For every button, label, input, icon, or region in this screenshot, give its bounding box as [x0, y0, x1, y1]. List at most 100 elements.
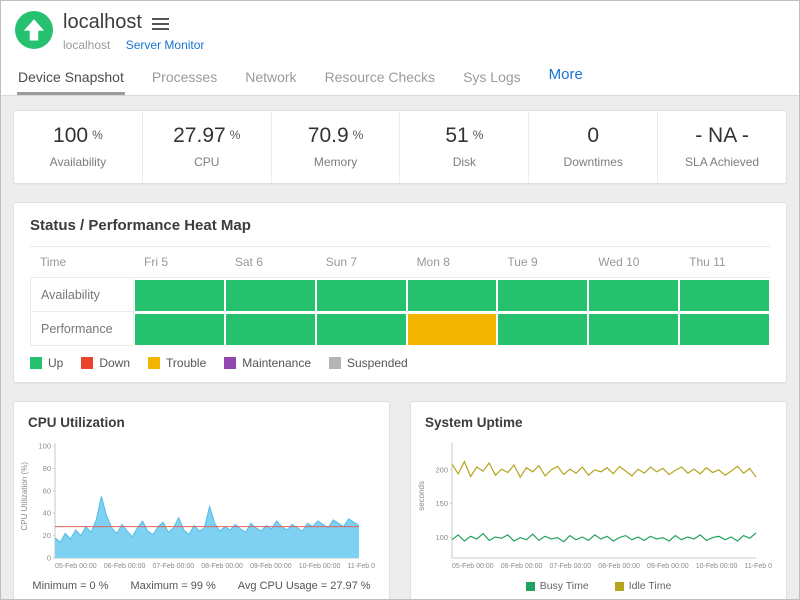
- svg-text:80: 80: [43, 464, 51, 473]
- x-axis-label: 07-Feb 00:00: [550, 563, 592, 570]
- heatmap-cell-up: [408, 278, 497, 311]
- legend-swatch: [329, 357, 341, 369]
- uptime-chart-legend: Busy TimeIdle Time: [411, 570, 786, 596]
- heatmap-cell-up: [317, 312, 406, 345]
- metric-unit: %: [92, 128, 103, 142]
- svg-text:100: 100: [38, 442, 51, 451]
- system-uptime-card: System Uptime seconds 100 150 200 05-Feb 0…: [410, 401, 787, 600]
- metric-label: Disk: [400, 155, 528, 169]
- metric-label: CPU: [143, 155, 271, 169]
- heatmap-col-tue-9: Tue 9: [497, 246, 588, 278]
- metric-unit: %: [353, 128, 364, 142]
- heatmap-col-wed-10: Wed 10: [588, 246, 679, 278]
- cpu-chart-title: CPU Utilization: [14, 402, 389, 436]
- tab-more[interactable]: More: [548, 58, 584, 95]
- page-title: localhost: [63, 11, 142, 34]
- x-axis-label: 06-Feb 00:00: [501, 563, 543, 570]
- uptime-line-chart: 100 150 200: [426, 438, 762, 562]
- cpu-chart-ylabel: CPU Utilization (%): [20, 462, 29, 530]
- x-axis-label: 09-Feb 00:00: [250, 563, 292, 570]
- heatmap-cell-up: [589, 278, 678, 311]
- heatmap-cell-up: [498, 278, 587, 311]
- svg-text:100: 100: [435, 533, 448, 542]
- metric-label: Memory: [272, 155, 400, 169]
- header: localhost localhost Server Monitor Devic…: [1, 1, 799, 96]
- heatmap-cell-up: [680, 312, 769, 345]
- heatmap-cell-up: [135, 278, 224, 311]
- heatmap-col-sat-6: Sat 6: [225, 246, 316, 278]
- metric-value: 51%: [400, 124, 528, 148]
- metric-value: 70.9%: [272, 124, 400, 148]
- x-axis-label: 09-Feb 00:00: [647, 563, 689, 570]
- x-axis-label: 07-Feb 00:00: [153, 563, 195, 570]
- svg-text:150: 150: [435, 499, 448, 508]
- cpu-chart-stats: Minimum = 0 %Maximum = 99 %Avg CPU Usage…: [14, 570, 389, 596]
- cpu-chart-x-axis: 05-Feb 00:0006-Feb 00:0007-Feb 00:0008-F…: [29, 563, 381, 570]
- cpu-utilization-card: CPU Utilization CPU Utilization (%) 0 20 4…: [13, 401, 390, 600]
- x-axis-label: 11-Feb 0: [745, 563, 773, 570]
- x-axis-label: 06-Feb 00:00: [104, 563, 146, 570]
- heatmap-cell-trouble: [408, 312, 497, 345]
- heatmap-cell-up: [226, 278, 315, 311]
- x-axis-label: 05-Feb 00:00: [452, 563, 494, 570]
- uptime-chart-title: System Uptime: [411, 402, 786, 436]
- tab-processes[interactable]: Processes: [151, 61, 218, 95]
- metric-unit: %: [230, 128, 241, 142]
- heatmap-col-fri-5: Fri 5: [134, 246, 225, 278]
- metric-label: Downtimes: [529, 155, 657, 169]
- menu-icon[interactable]: [152, 13, 169, 33]
- metric-value: 27.97%: [143, 124, 271, 148]
- svg-text:200: 200: [435, 465, 448, 474]
- metric-cpu: 27.97% CPU: [142, 111, 271, 183]
- breadcrumb-host: localhost: [63, 38, 110, 52]
- metrics-summary: 100%Availability27.97%CPU70.9%Memory51%D…: [13, 110, 787, 184]
- legend-swatch: [224, 357, 236, 369]
- server-monitor-page: localhost localhost Server Monitor Devic…: [0, 0, 800, 600]
- legend-swatch: [615, 582, 624, 591]
- cpu-area-chart: 020406080100: [29, 438, 365, 562]
- svg-text:0: 0: [47, 554, 51, 563]
- heatmap-grid: TimeFri 5Sat 6Sun 7Mon 8Tue 9Wed 10Thu 1…: [30, 246, 770, 346]
- heatmap-card: Status / Performance Heat Map TimeFri 5S…: [13, 202, 787, 383]
- metric-disk: 51% Disk: [399, 111, 528, 183]
- svg-text:20: 20: [43, 531, 51, 540]
- legend-swatch: [30, 357, 42, 369]
- legend-swatch: [148, 357, 160, 369]
- heatmap-row-label-availability: Availability: [30, 277, 134, 312]
- tab-resource-checks[interactable]: Resource Checks: [324, 61, 437, 95]
- heatmap-col-thu-11: Thu 11: [679, 246, 770, 278]
- uptime-chart-ylabel: seconds: [417, 481, 426, 511]
- tab-bar: Device Snapshot Processes Network Resource …: [1, 52, 799, 96]
- heatmap-row-label-performance: Performance: [30, 311, 134, 346]
- breadcrumb-server-monitor-link[interactable]: Server Monitor: [126, 38, 205, 52]
- legend-suspended: Suspended: [329, 356, 408, 370]
- x-axis-label: 10-Feb 00:00: [696, 563, 738, 570]
- metric-availability: 100%Availability: [14, 111, 142, 183]
- heatmap-col-mon-8: Mon 8: [407, 246, 498, 278]
- tab-sys-logs[interactable]: Sys Logs: [462, 61, 522, 95]
- heatmap-cell-up: [680, 278, 769, 311]
- legend-swatch: [526, 582, 535, 591]
- metric-value: - NA -: [658, 124, 786, 148]
- legend-trouble: Trouble: [148, 356, 206, 370]
- legend-busy-time: Busy Time: [526, 580, 589, 592]
- metric-memory: 70.9% Memory: [271, 111, 400, 183]
- svg-text:40: 40: [43, 509, 51, 518]
- heatmap-col-sun-7: Sun 7: [316, 246, 407, 278]
- legend-maintenance: Maintenance: [224, 356, 311, 370]
- metric-unit: %: [473, 128, 484, 142]
- heatmap-legend: UpDownTroubleMaintenanceSuspended: [30, 356, 770, 370]
- legend-down: Down: [81, 356, 130, 370]
- heatmap-cell-up: [589, 312, 678, 345]
- metric-label: SLA Achieved: [658, 155, 786, 169]
- cpu-stat: Avg CPU Usage = 27.97 %: [238, 580, 371, 592]
- tab-device-snapshot[interactable]: Device Snapshot: [17, 61, 125, 95]
- main-content: 100%Availability27.97%CPU70.9%Memory51%D…: [1, 110, 799, 600]
- tab-network[interactable]: Network: [244, 61, 297, 95]
- x-axis-label: 08-Feb 00:00: [201, 563, 243, 570]
- heatmap-col-time: Time: [30, 246, 134, 278]
- heatmap-cell-up: [135, 312, 224, 345]
- heatmap-cell-up: [498, 312, 587, 345]
- cpu-stat: Minimum = 0 %: [32, 580, 108, 592]
- heatmap-cell-up: [226, 312, 315, 345]
